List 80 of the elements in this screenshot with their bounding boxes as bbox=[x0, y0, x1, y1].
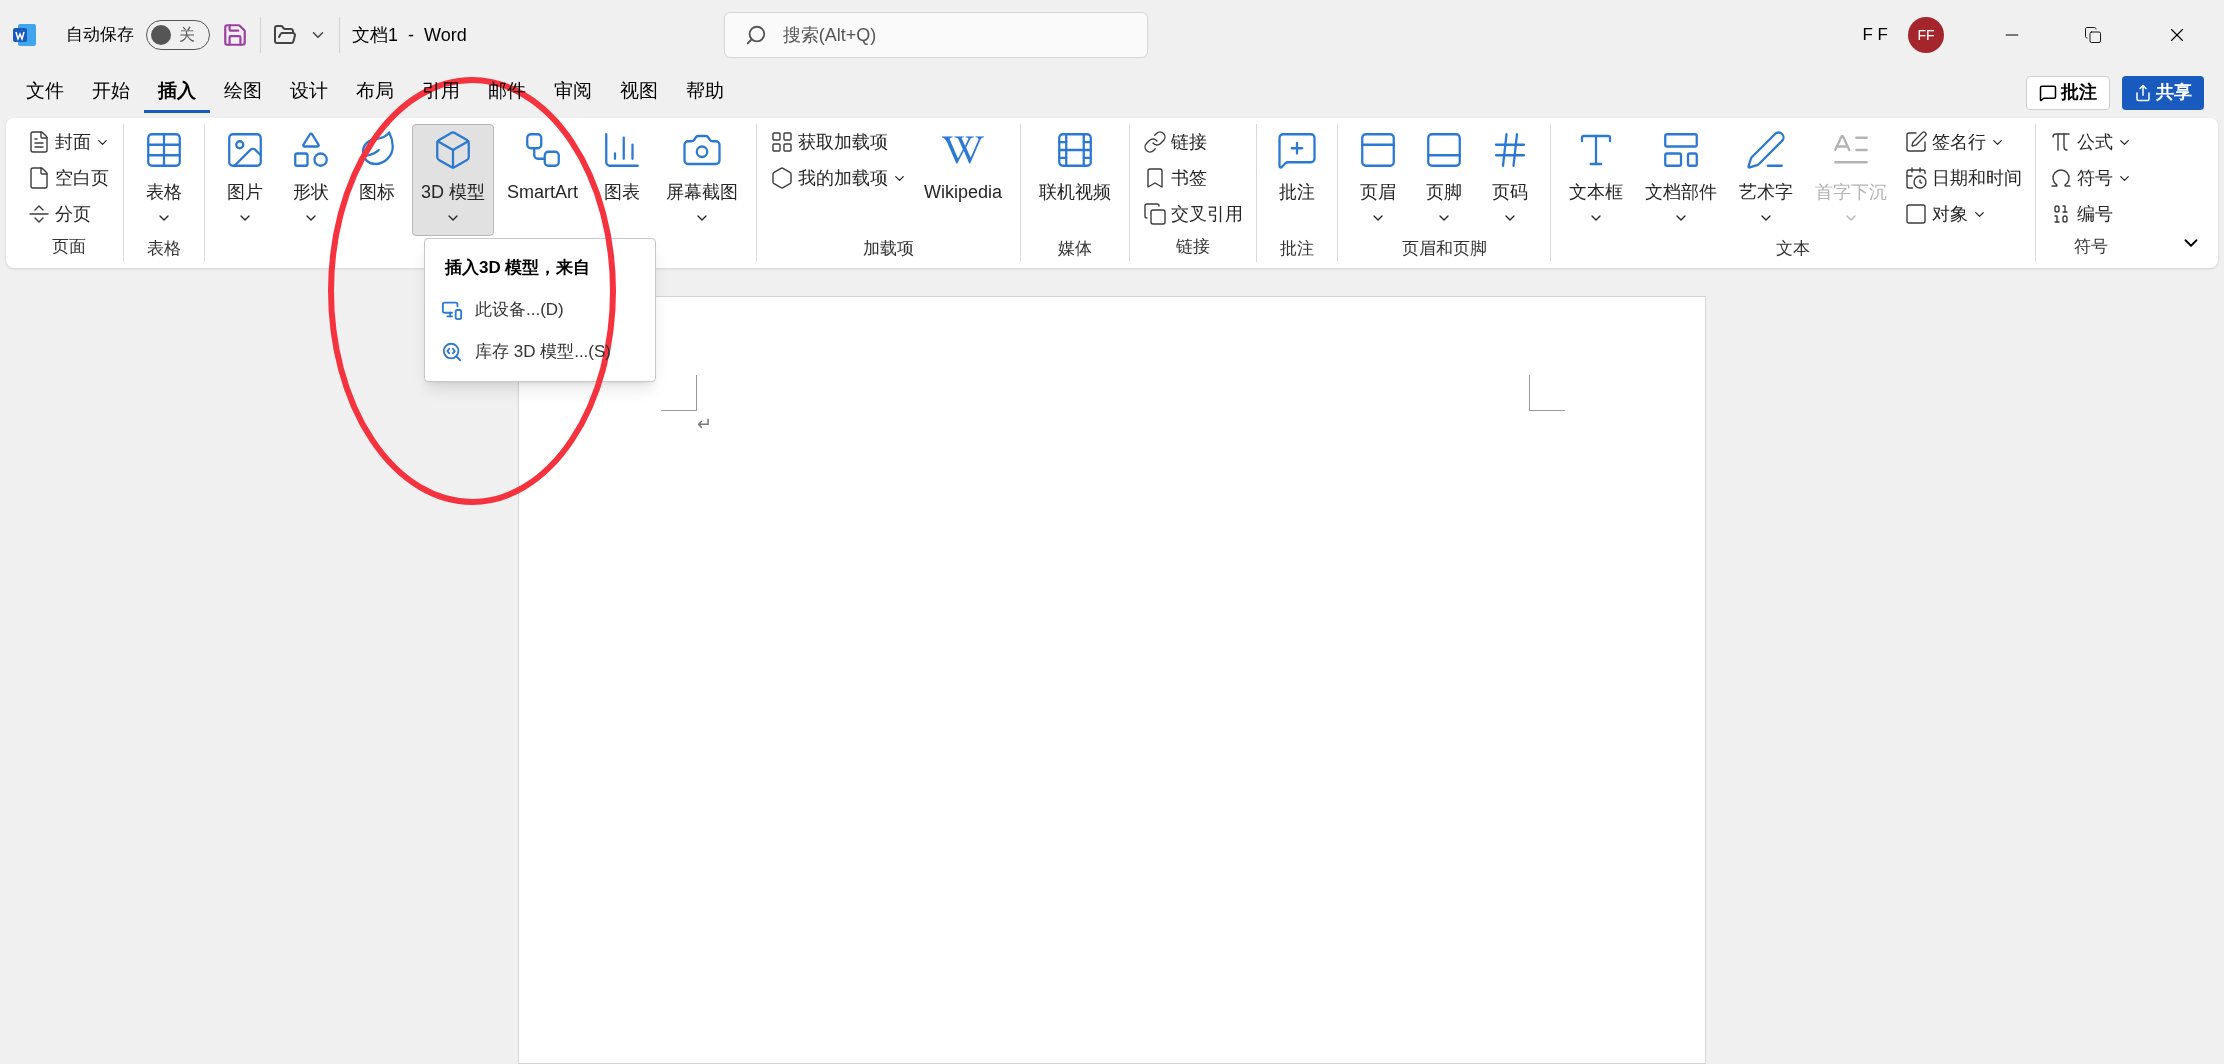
menu-tab[interactable]: 文件 bbox=[12, 72, 78, 113]
ribbon-button[interactable]: 页眉 bbox=[1347, 124, 1410, 236]
app-logo-icon bbox=[12, 22, 38, 48]
hexagon-icon bbox=[770, 166, 795, 190]
share-button[interactable]: 共享 bbox=[2122, 75, 2204, 110]
ribbon-button[interactable]: 图片 bbox=[214, 124, 276, 236]
ribbon-button[interactable]: 批注 bbox=[1266, 124, 1329, 236]
ribbon-button[interactable]: 文本框 bbox=[1560, 124, 1633, 236]
cross-reference-icon bbox=[1143, 202, 1168, 226]
ribbon-button[interactable]: 公式 bbox=[2045, 124, 2137, 160]
group-label: 文本 bbox=[1776, 238, 1811, 261]
corner-mark bbox=[661, 375, 697, 411]
search-field[interactable]: 搜索(Alt+Q) bbox=[723, 12, 1148, 58]
group-label: 表格 bbox=[147, 238, 181, 261]
ribbon-button[interactable]: 封面 bbox=[23, 124, 114, 160]
wordart-icon bbox=[1745, 129, 1788, 171]
menu-tab[interactable]: 插入 bbox=[144, 72, 210, 113]
share-icon bbox=[2134, 83, 2152, 102]
search-icon bbox=[744, 24, 767, 46]
ribbon-button[interactable]: 页码 bbox=[1479, 124, 1542, 236]
group-label: 加载项 bbox=[863, 238, 915, 261]
ribbon-button[interactable]: 获取加载项 bbox=[766, 124, 912, 160]
comment-icon bbox=[2039, 83, 2057, 102]
paragraph-mark: ↵ bbox=[697, 413, 713, 436]
ribbon-button[interactable]: 分页 bbox=[23, 196, 114, 232]
link-icon bbox=[1143, 130, 1168, 154]
ribbon-button[interactable]: 签名行 bbox=[1900, 124, 2027, 160]
comments-button[interactable]: 批注 bbox=[2026, 75, 2110, 110]
ribbon-button[interactable]: 编号 bbox=[2045, 196, 2137, 232]
ribbon-button[interactable]: 3D 模型 bbox=[412, 124, 494, 236]
search-icon bbox=[441, 340, 463, 363]
corner-mark bbox=[1529, 375, 1565, 411]
blank-page-icon bbox=[27, 166, 51, 190]
restore-icon[interactable] bbox=[2084, 26, 2102, 44]
ribbon-button[interactable]: 图表 bbox=[591, 124, 654, 236]
user-name: F F bbox=[1862, 24, 1888, 47]
calendar-icon bbox=[1904, 166, 1929, 190]
ribbon-button[interactable]: 我的加载项 bbox=[766, 160, 912, 196]
ribbon-button[interactable]: 屏幕截图 bbox=[657, 124, 748, 236]
group-label: 页眉和页脚 bbox=[1401, 238, 1487, 261]
group-label: 符号 bbox=[2073, 236, 2108, 259]
menu-tab[interactable]: 帮助 bbox=[672, 72, 738, 113]
object-icon bbox=[1904, 202, 1929, 226]
menu-tab[interactable]: 布局 bbox=[342, 72, 408, 113]
ribbon-button[interactable]: 艺术字 bbox=[1730, 124, 1803, 236]
autosave-label: 自动保存 bbox=[66, 24, 134, 47]
ribbon-button[interactable]: 链接 bbox=[1139, 124, 1248, 160]
ribbon-button[interactable]: SmartArt bbox=[498, 124, 588, 236]
menu-tab[interactable]: 视图 bbox=[606, 72, 672, 113]
ribbon-button[interactable]: 交叉引用 bbox=[1139, 196, 1248, 232]
menu-tab[interactable]: 审阅 bbox=[540, 72, 606, 113]
ribbon-button[interactable]: 联机视频 bbox=[1030, 124, 1121, 236]
group-label: 媒体 bbox=[1058, 238, 1093, 261]
ribbon-button[interactable]: 图标 bbox=[346, 124, 408, 236]
user-avatar[interactable]: FF bbox=[1908, 17, 1944, 53]
cover-page-icon bbox=[27, 130, 51, 154]
menu-tab[interactable]: 设计 bbox=[276, 72, 342, 113]
group-label: 页面 bbox=[51, 236, 86, 259]
ribbon-button[interactable]: Wikipedia bbox=[915, 124, 1012, 236]
menu-header: 插入3D 模型，来自 bbox=[443, 257, 592, 279]
ribbon-button[interactable]: 对象 bbox=[1900, 196, 2027, 232]
folder-icon[interactable] bbox=[273, 23, 297, 47]
ribbon-button[interactable]: 书签 bbox=[1139, 160, 1248, 196]
group-label: 链接 bbox=[1176, 236, 1211, 259]
add-ins-icon bbox=[770, 130, 795, 154]
ribbon-button[interactable]: 符号 bbox=[2045, 160, 2137, 196]
save-icon[interactable] bbox=[222, 22, 248, 48]
menu-tab[interactable]: 开始 bbox=[78, 72, 144, 113]
group-label: 批注 bbox=[1280, 238, 1315, 261]
ribbon-button[interactable]: 文档部件 bbox=[1636, 124, 1727, 236]
signature-icon bbox=[1904, 130, 1929, 154]
window-title: 文档1 - Word bbox=[352, 23, 467, 47]
ribbon-button[interactable]: 空白页 bbox=[23, 160, 114, 196]
omega-icon bbox=[2049, 166, 2074, 190]
ribbon-button[interactable]: 日期和时间 bbox=[1900, 160, 2027, 196]
ribbon-button[interactable]: 表格 bbox=[133, 124, 195, 236]
menu-tab[interactable]: 绘图 bbox=[210, 72, 276, 113]
ribbon-button[interactable]: 页脚 bbox=[1413, 124, 1476, 236]
menu-item[interactable]: 此设备...(D) bbox=[425, 288, 655, 331]
ribbon-button[interactable]: 形状 bbox=[280, 124, 342, 236]
